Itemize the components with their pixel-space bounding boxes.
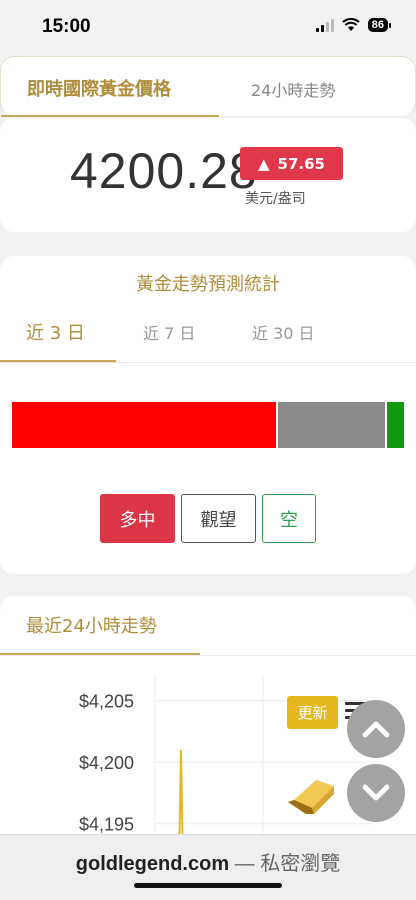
forecast-distribution-bar [12, 402, 404, 448]
distribution-segment-0 [12, 402, 276, 448]
vote-buttons: 多中 觀望 空 [0, 494, 416, 543]
tab-live-price[interactable]: 即時國際黃金價格 [27, 75, 171, 101]
price-change-badge: ▲ 57.65 [240, 147, 343, 180]
bear-button[interactable]: 空 [262, 494, 316, 543]
status-time: 15:00 [42, 16, 91, 37]
gold-price-value: 4200.28 [70, 143, 258, 199]
price-change-value: 57.65 [277, 154, 325, 173]
y-tick-label-2: $4,195 [79, 815, 134, 835]
wait-button[interactable]: 觀望 [181, 494, 256, 543]
status-bar: 15:00 86 [0, 0, 416, 52]
range-tab-30d[interactable]: 近 30 日 [252, 320, 315, 344]
forecast-title: 黃金走勢預測統計 [136, 274, 280, 295]
tab-active-underline [1, 115, 219, 117]
url-domain: goldlegend.com [75, 853, 230, 875]
y-tick-label-1: $4,200 [79, 753, 134, 773]
tab-24h-trend[interactable]: 24小時走勢 [251, 77, 335, 101]
private-mode-label: — 私密瀏覽 [234, 853, 341, 875]
scroll-down-button[interactable] [347, 764, 405, 822]
distribution-segment-2 [386, 402, 404, 448]
series-line-0 [178, 749, 184, 836]
wifi-icon [342, 18, 360, 31]
chevron-down-icon [362, 784, 390, 801]
home-indicator [134, 883, 282, 888]
gold-bar-icon[interactable] [284, 770, 338, 818]
price-card: 4200.28 ▲ 57.65 美元/盎司 [0, 118, 416, 232]
battery-indicator: 86 [367, 18, 392, 32]
browser-url-bar[interactable]: goldlegend.com — 私密瀏覽 [0, 834, 416, 900]
distribution-segment-1 [277, 402, 385, 448]
trend-title: 最近24小時走勢 [26, 616, 157, 637]
chevron-up-icon [362, 721, 390, 738]
range-tab-7d[interactable]: 近 7 日 [143, 320, 195, 344]
url-text: goldlegend.com — 私密瀏覽 [0, 847, 416, 876]
refresh-button[interactable]: 更新 [287, 696, 338, 729]
arrow-up-icon: ▲ [258, 154, 270, 173]
signal-icon [315, 18, 334, 32]
range-tab-3d[interactable]: 近 3 日 [26, 319, 85, 345]
price-tabs: 即時國際黃金價格 24小時走勢 [0, 56, 416, 117]
price-unit: 美元/盎司 [245, 191, 306, 207]
forecast-card: 黃金走勢預測統計 近 3 日 近 7 日 近 30 日 多中 觀望 空 [0, 256, 416, 574]
bull-button[interactable]: 多中 [100, 494, 175, 543]
y-tick-label-0: $4,205 [79, 692, 134, 712]
scroll-up-button[interactable] [347, 700, 405, 758]
status-icons: 86 [315, 18, 392, 32]
trend-divider [0, 655, 416, 656]
range-divider [0, 362, 416, 363]
